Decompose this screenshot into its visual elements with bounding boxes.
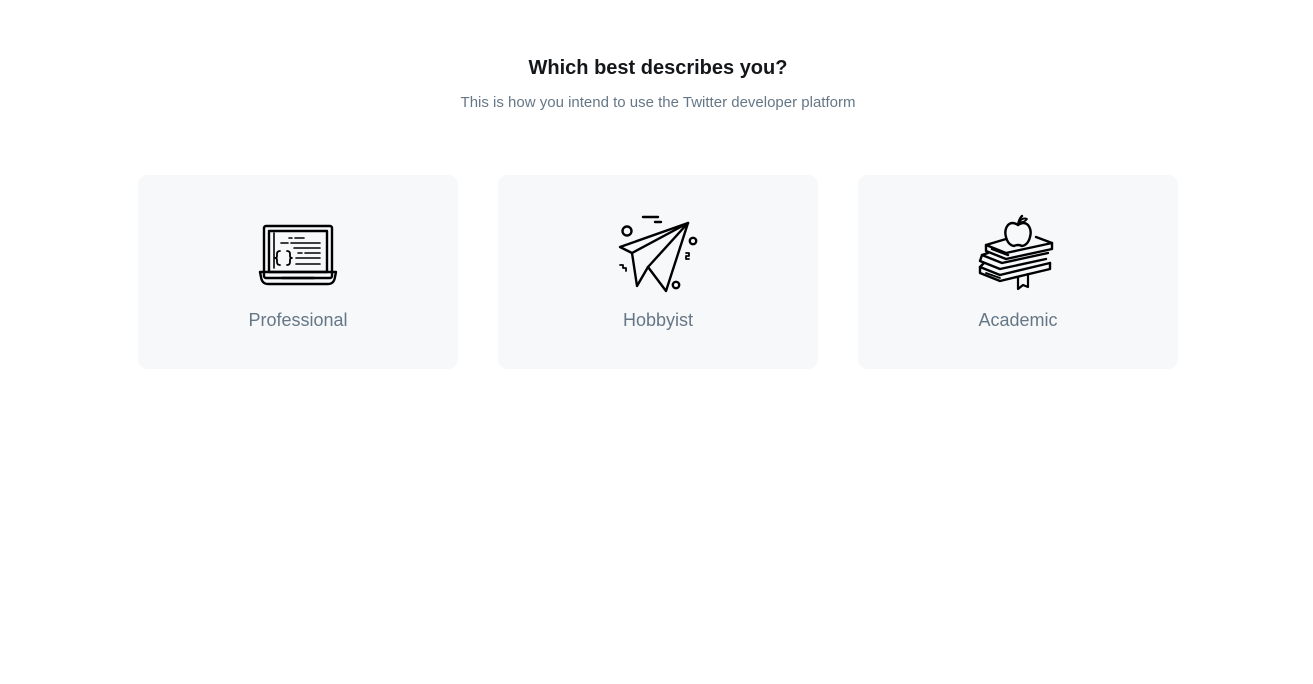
option-label-professional: Professional bbox=[248, 310, 348, 330]
option-card-hobbyist[interactable]: Hobbyist bbox=[498, 175, 818, 369]
paper-plane-icon bbox=[618, 213, 698, 293]
option-label-hobbyist: Hobbyist bbox=[622, 310, 694, 330]
option-card-academic[interactable]: Academic bbox=[858, 175, 1178, 369]
option-card-professional[interactable]: Professional bbox=[138, 175, 458, 369]
laptop-code-icon bbox=[258, 213, 338, 293]
page: Which best describes you? This is how yo… bbox=[0, 0, 1313, 684]
page-title: Which best describes you? bbox=[528, 57, 788, 79]
page-subtitle: This is how you intend to use the Twitte… bbox=[460, 94, 856, 111]
option-label-academic: Academic bbox=[978, 310, 1058, 330]
books-apple-icon bbox=[978, 213, 1058, 293]
